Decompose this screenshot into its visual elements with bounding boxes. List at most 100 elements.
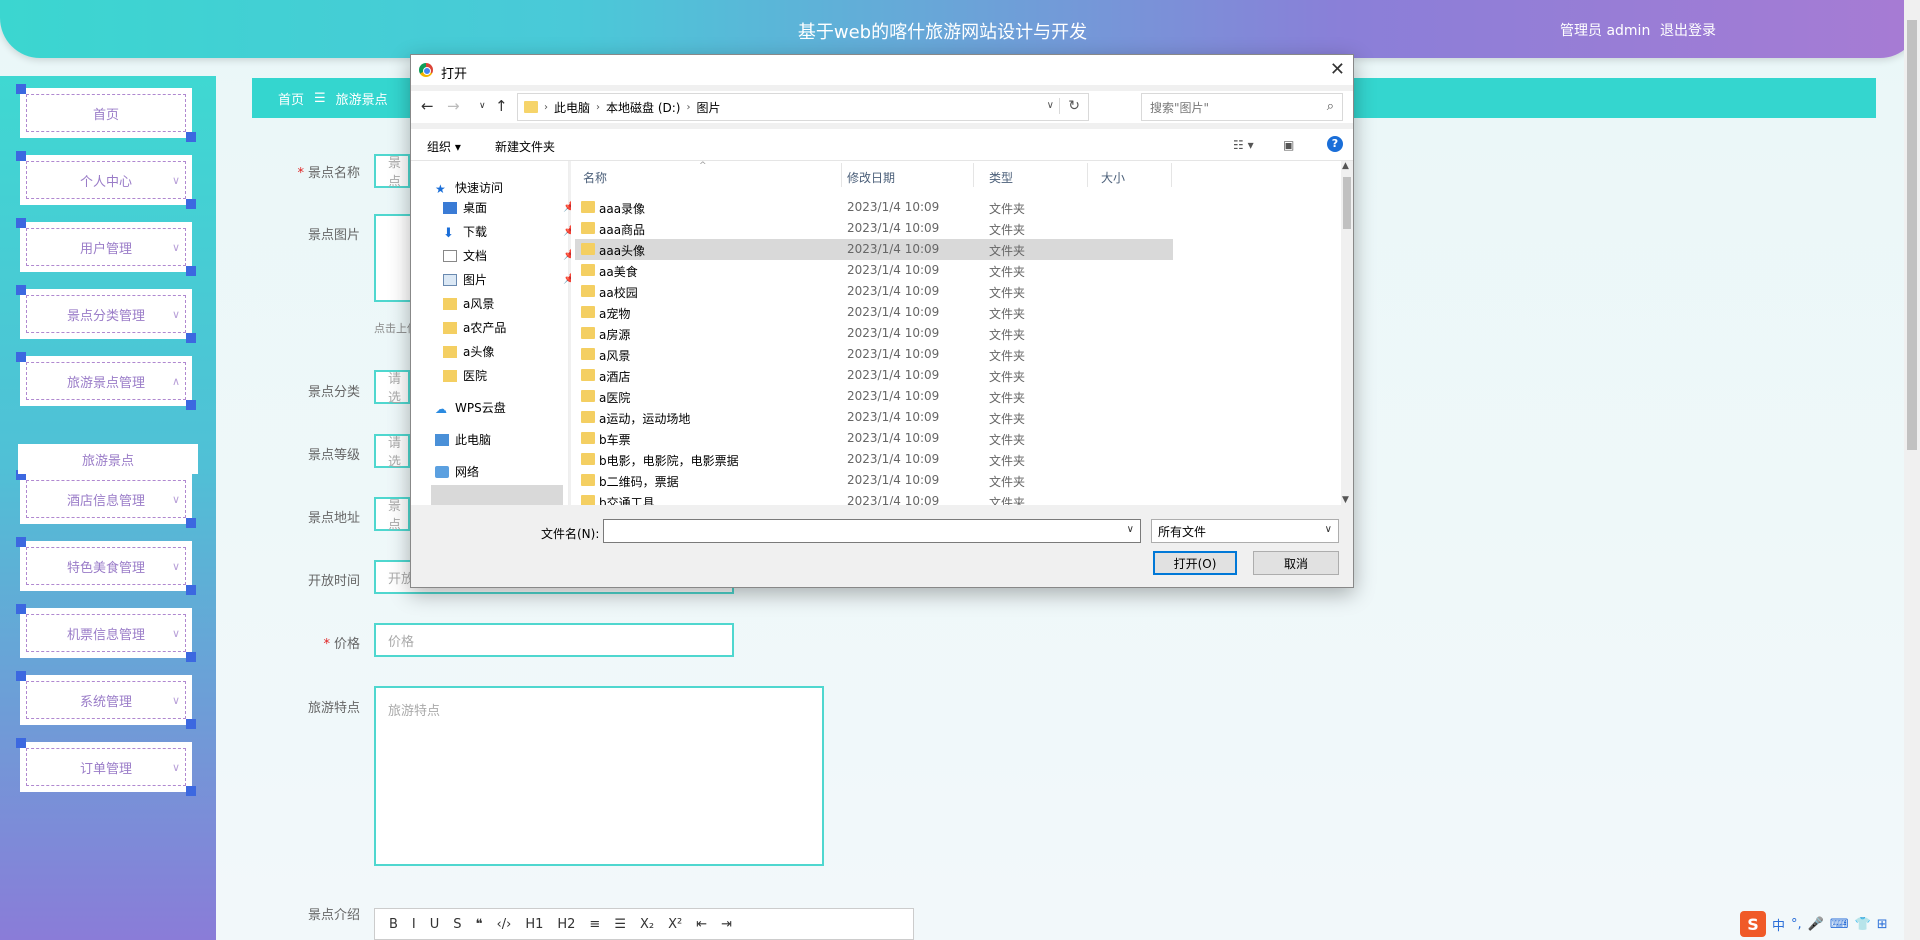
- bold-icon[interactable]: B: [389, 917, 398, 932]
- column-type[interactable]: 类型: [989, 169, 1013, 186]
- nav-desktop[interactable]: 桌面 📌: [443, 199, 575, 216]
- italic-icon[interactable]: I: [412, 917, 416, 932]
- file-row[interactable]: aaa头像 2023/1/4 10:09 文件夹: [575, 239, 1173, 260]
- address-bar[interactable]: › 此电脑 › 本地磁盘 (D:) › 图片 ∨ ↻: [517, 93, 1089, 121]
- column-divider[interactable]: [1171, 163, 1172, 187]
- organize-button[interactable]: 组织 ▾: [427, 138, 461, 155]
- sidebar-item[interactable]: 景点分类管理 ∨: [16, 285, 196, 343]
- back-arrow-icon[interactable]: ←: [421, 97, 434, 115]
- filetype-select[interactable]: 所有文件 ∨: [1151, 519, 1339, 543]
- file-row[interactable]: b车票 2023/1/4 10:09 文件夹: [575, 428, 1173, 449]
- punctuation-icon[interactable]: °,: [1791, 917, 1802, 932]
- file-row[interactable]: a酒店 2023/1/4 10:09 文件夹: [575, 365, 1173, 386]
- address-crumb-pictures[interactable]: 图片: [696, 99, 720, 116]
- file-row[interactable]: a宠物 2023/1/4 10:09 文件夹: [575, 302, 1173, 323]
- close-icon[interactable]: ✕: [1330, 59, 1345, 80]
- ime-language[interactable]: 中: [1772, 915, 1785, 934]
- feature-textarea[interactable]: 旅游特点: [374, 686, 824, 866]
- page-scrollbar[interactable]: [1904, 0, 1920, 940]
- nav-quick-access[interactable]: ★ 快速访问: [435, 179, 503, 196]
- nav-folder-a-agri[interactable]: a农产品: [443, 319, 506, 336]
- view-options-icon[interactable]: ☷ ▾: [1233, 138, 1254, 152]
- column-name[interactable]: 名称: [583, 169, 607, 186]
- chevron-down-icon[interactable]: ∨: [1047, 100, 1054, 111]
- microphone-icon[interactable]: 🎤: [1808, 917, 1824, 932]
- sidebar-item[interactable]: 用户管理 ∨: [16, 218, 196, 276]
- cancel-button[interactable]: 取消: [1253, 551, 1339, 575]
- breadcrumb-home[interactable]: 首页: [278, 89, 304, 108]
- keyboard-icon[interactable]: ⌨: [1830, 917, 1849, 932]
- name-input[interactable]: 景点: [374, 154, 410, 190]
- address-crumb-drive[interactable]: 本地磁盘 (D:): [606, 99, 680, 116]
- search-input[interactable]: 搜索"图片" ⌕: [1141, 93, 1343, 121]
- file-row[interactable]: b交通工具 2023/1/4 10:09 文件夹: [575, 491, 1173, 505]
- page-scrollbar-thumb[interactable]: [1907, 20, 1917, 450]
- price-input[interactable]: 价格: [374, 623, 734, 657]
- nav-folder-a-scenery[interactable]: a风景: [443, 295, 494, 312]
- logout-link[interactable]: 退出登录: [1660, 20, 1716, 40]
- scroll-up-icon[interactable]: ▲: [1342, 161, 1349, 171]
- scroll-down-icon[interactable]: ▼: [1342, 495, 1349, 505]
- address-input[interactable]: 景点: [374, 497, 410, 533]
- up-arrow-icon[interactable]: ↑: [495, 97, 508, 115]
- nav-documents[interactable]: 文档 📌: [443, 247, 575, 264]
- sidebar-item[interactable]: 酒店信息管理 ∨: [16, 470, 196, 528]
- outdent-icon[interactable]: ⇤: [696, 917, 707, 932]
- sidebar-item[interactable]: 系统管理 ∨: [16, 671, 196, 729]
- refresh-icon[interactable]: ↻: [1059, 98, 1080, 114]
- recent-dropdown-icon[interactable]: ∨: [479, 101, 486, 111]
- subscript-icon[interactable]: X₂: [640, 917, 654, 932]
- sidebar-item[interactable]: 订单管理 ∨: [16, 738, 196, 796]
- superscript-icon[interactable]: X²: [668, 917, 682, 932]
- scrollbar-thumb[interactable]: [1343, 177, 1351, 229]
- forward-arrow-icon[interactable]: →: [447, 97, 460, 115]
- file-row[interactable]: b二维码，票据 2023/1/4 10:09 文件夹: [575, 470, 1173, 491]
- nav-network[interactable]: 网络: [435, 463, 479, 480]
- help-icon[interactable]: ?: [1327, 136, 1343, 152]
- nav-folder-hospital[interactable]: 医院: [443, 367, 487, 384]
- file-row[interactable]: aa美食 2023/1/4 10:09 文件夹: [575, 260, 1173, 281]
- file-row[interactable]: aaa录像 2023/1/4 10:09 文件夹: [575, 197, 1173, 218]
- file-row[interactable]: a运动，运动场地 2023/1/4 10:09 文件夹: [575, 407, 1173, 428]
- sidebar-item[interactable]: 机票信息管理 ∨: [16, 604, 196, 662]
- skin-icon[interactable]: 👕: [1855, 917, 1871, 932]
- level-select[interactable]: 请选: [374, 434, 410, 470]
- file-row[interactable]: aa校园 2023/1/4 10:09 文件夹: [575, 281, 1173, 302]
- column-date[interactable]: 修改日期: [847, 169, 895, 186]
- dialog-titlebar[interactable]: 打开 ✕: [411, 55, 1353, 85]
- category-select[interactable]: 请选: [374, 370, 410, 406]
- ordered-list-icon[interactable]: ≡: [589, 917, 600, 932]
- sogou-logo-icon[interactable]: S: [1740, 911, 1766, 937]
- sidebar-subitem-scenic-spots[interactable]: 旅游景点: [18, 444, 198, 474]
- nav-folder-a-avatar[interactable]: a头像: [443, 343, 494, 360]
- file-row[interactable]: a房源 2023/1/4 10:09 文件夹: [575, 323, 1173, 344]
- column-divider[interactable]: [841, 163, 842, 187]
- quote-icon[interactable]: ❝: [476, 917, 483, 932]
- nav-this-pc[interactable]: 此电脑: [435, 431, 491, 448]
- file-row[interactable]: a医院 2023/1/4 10:09 文件夹: [575, 386, 1173, 407]
- new-folder-button[interactable]: 新建文件夹: [495, 138, 555, 155]
- column-divider[interactable]: [1087, 163, 1088, 187]
- file-row[interactable]: b电影，电影院，电影票据 2023/1/4 10:09 文件夹: [575, 449, 1173, 470]
- code-icon[interactable]: ‹/›: [497, 917, 512, 932]
- h1-icon[interactable]: H1: [525, 917, 543, 932]
- indent-icon[interactable]: ⇥: [721, 917, 732, 932]
- file-list-scrollbar[interactable]: ▲ ▼: [1341, 161, 1353, 505]
- open-button[interactable]: 打开(O): [1153, 551, 1237, 575]
- filename-input[interactable]: ∨: [603, 519, 1141, 543]
- underline-icon[interactable]: U: [430, 917, 440, 932]
- sidebar-item[interactable]: 特色美食管理 ∨: [16, 537, 196, 595]
- h2-icon[interactable]: H2: [557, 917, 575, 932]
- address-crumb-pc[interactable]: 此电脑: [554, 99, 590, 116]
- strike-icon[interactable]: S: [453, 917, 461, 932]
- bullet-list-icon[interactable]: ☰: [614, 917, 626, 932]
- nav-pictures[interactable]: 图片 📌: [443, 271, 575, 288]
- chevron-down-icon[interactable]: ∨: [1127, 524, 1134, 535]
- nav-wps-cloud[interactable]: ☁ WPS云盘: [435, 399, 506, 416]
- sidebar-item[interactable]: 旅游景点管理 ∧: [16, 352, 196, 410]
- file-row[interactable]: aaa商品 2023/1/4 10:09 文件夹: [575, 218, 1173, 239]
- preview-pane-icon[interactable]: ▣: [1283, 138, 1294, 152]
- grid-menu-icon[interactable]: ⊞: [1877, 917, 1888, 932]
- file-row[interactable]: a风景 2023/1/4 10:09 文件夹: [575, 344, 1173, 365]
- sidebar-item[interactable]: 首页: [16, 84, 196, 142]
